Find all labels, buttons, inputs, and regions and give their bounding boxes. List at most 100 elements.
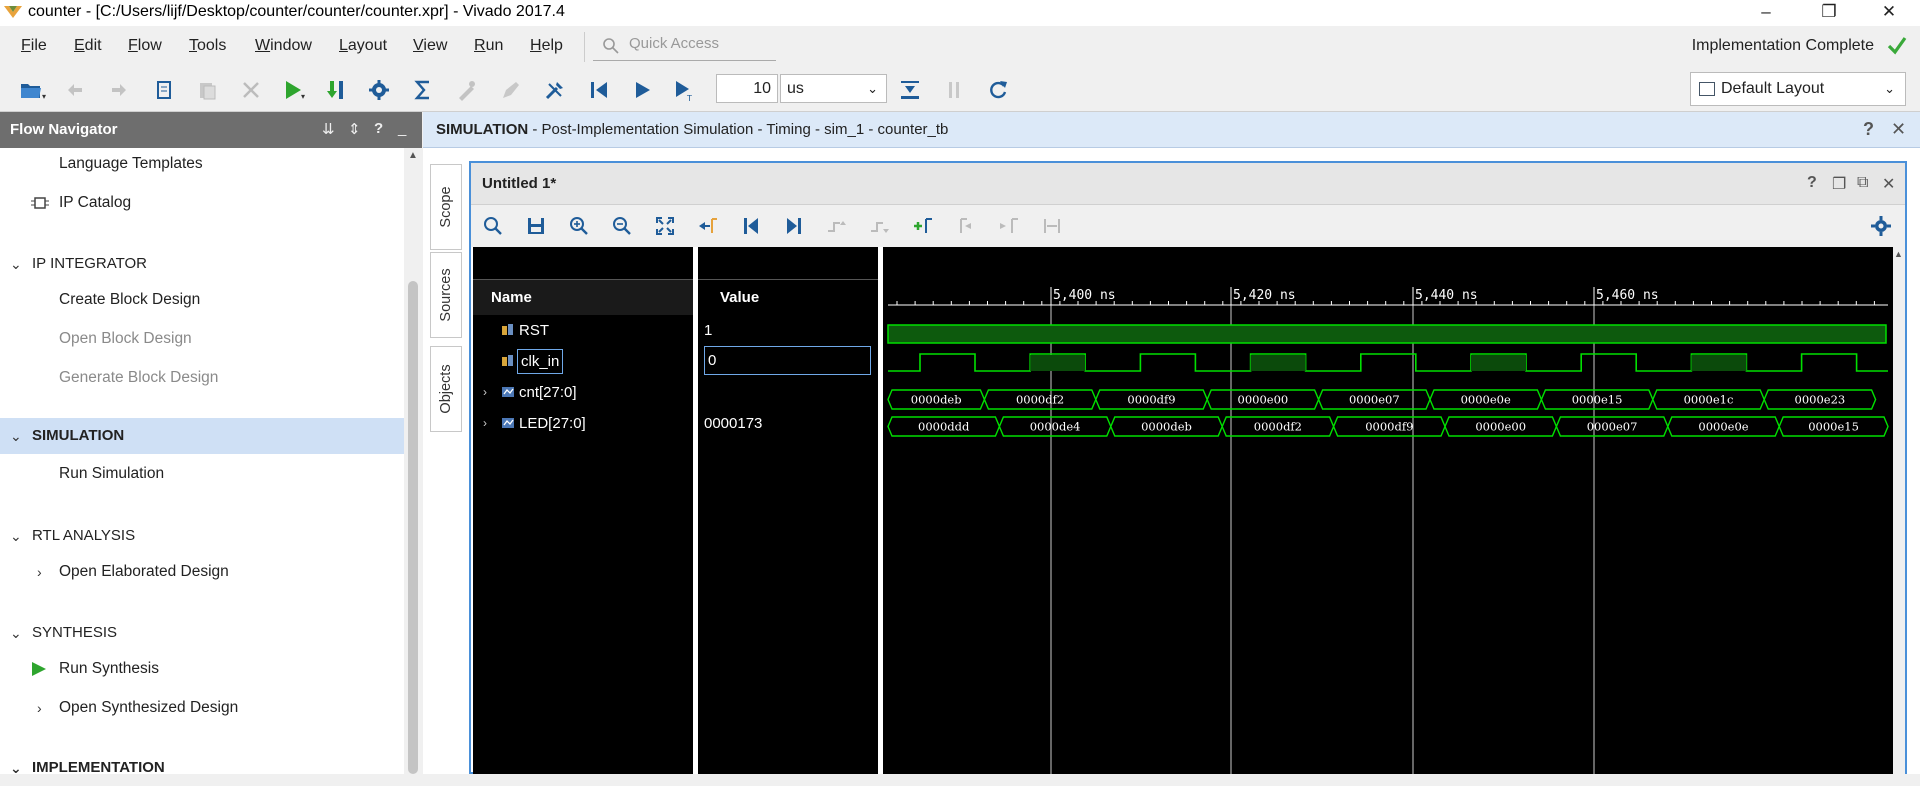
restore-button[interactable]: ❐ [1806, 0, 1852, 26]
signal-row-clk-in[interactable]: clk_in [473, 346, 693, 377]
nav-run-synthesis[interactable]: Run Synthesis [0, 651, 404, 687]
chevron-right-icon[interactable]: › [483, 408, 487, 439]
menu-file[interactable]: File [21, 37, 47, 55]
signal-names-pane: Name RST clk_in › cnt[27:0] › LED[27:0] [473, 247, 693, 774]
nav-generate-block-design[interactable]: Generate Block Design [0, 360, 404, 396]
menu-window[interactable]: Window [255, 37, 312, 55]
tab-objects[interactable]: Objects [430, 346, 462, 432]
dropdown-arrow-icon[interactable]: ▾ [301, 92, 305, 101]
nav-run-simulation[interactable]: Run Simulation [0, 456, 404, 492]
menu-edit[interactable]: Edit [74, 37, 102, 55]
program-device-icon[interactable] [325, 78, 349, 102]
signal-row-rst[interactable]: RST [473, 315, 693, 346]
float-icon[interactable]: ⧉ [1857, 174, 1868, 192]
nav-section-rtl-analysis[interactable]: ⌄ RTL ANALYSIS [0, 518, 404, 554]
swap-cursors-icon[interactable] [1041, 215, 1063, 237]
break-icon[interactable] [942, 78, 966, 102]
menu-run[interactable]: Run [474, 37, 503, 55]
go-to-end-icon[interactable] [783, 215, 805, 237]
minimize-panel-icon[interactable]: _ [398, 120, 406, 137]
signal-row-cnt[interactable]: › cnt[27:0] [473, 377, 693, 408]
nav-section-synthesis[interactable]: ⌄ SYNTHESIS [0, 615, 404, 651]
menu-help[interactable]: Help [530, 37, 563, 55]
tab-scope[interactable]: Scope [430, 164, 462, 250]
scrollbar-thumb[interactable] [408, 281, 418, 774]
value-column-header[interactable]: Value [698, 279, 878, 315]
relaunch-icon[interactable] [986, 78, 1010, 102]
pencil-disabled-icon[interactable] [499, 78, 523, 102]
add-marker-icon[interactable] [912, 215, 934, 237]
menu-view[interactable]: View [413, 37, 447, 55]
scroll-up-icon[interactable]: ▲ [1894, 249, 1903, 259]
go-to-start-icon[interactable] [740, 215, 762, 237]
minimize-button[interactable]: – [1743, 0, 1789, 26]
zoom-fit-icon[interactable] [654, 215, 676, 237]
nav-section-ip-integrator[interactable]: ⌄ IP INTEGRATOR [0, 246, 404, 282]
signal-row-led[interactable]: › LED[27:0] [473, 408, 693, 439]
menu-flow[interactable]: Flow [128, 37, 162, 55]
previous-marker-icon[interactable] [955, 215, 977, 237]
run-for-time-icon[interactable]: T [673, 78, 697, 102]
nav-open-synthesized-design[interactable]: › Open Synthesized Design [0, 690, 404, 726]
nav-section-implementation[interactable]: ⌄ IMPLEMENTATION [0, 750, 404, 786]
led-value: 0000deb [1141, 420, 1192, 434]
run-all-icon[interactable] [630, 78, 654, 102]
previous-transition-icon[interactable] [826, 215, 848, 237]
undo-icon[interactable] [63, 78, 87, 102]
settings-gear-icon[interactable] [1870, 215, 1892, 237]
expand-all-icon[interactable]: ⇕ [348, 120, 361, 138]
waveform-canvas[interactable]: 5,400 ns 5,420 ns 5,440 ns 5,460 ns 0000deb… [883, 247, 1893, 774]
simulation-header: SIMULATION - Post-Implementation Simulat… [423, 112, 1920, 148]
help-icon[interactable]: ? [1807, 174, 1817, 192]
flow-navigator-scrollbar[interactable]: ▲ [404, 148, 422, 774]
zoom-out-icon[interactable] [611, 215, 633, 237]
help-icon[interactable]: ? [374, 120, 383, 137]
chevron-right-icon[interactable]: › [483, 377, 487, 408]
close-button[interactable]: ✕ [1866, 0, 1912, 26]
collapse-all-icon[interactable]: ⇊ [322, 120, 335, 138]
dropdown-arrow-icon[interactable]: ▾ [42, 92, 46, 101]
value-row-clk-in[interactable]: 0 [698, 346, 878, 377]
restart-icon[interactable] [587, 78, 611, 102]
step-icon[interactable] [898, 78, 922, 102]
layout-select[interactable]: Default Layout ⌄ [1690, 72, 1906, 106]
tab-sources[interactable]: Sources [430, 252, 462, 338]
save-icon[interactable] [525, 215, 547, 237]
paste-icon[interactable] [195, 78, 219, 102]
restore-icon[interactable]: ❐ [1832, 174, 1846, 194]
open-folder-icon[interactable] [19, 78, 43, 102]
zoom-in-icon[interactable] [568, 215, 590, 237]
redo-icon[interactable] [107, 78, 131, 102]
report-sigma-icon[interactable] [411, 78, 435, 102]
copy-icon[interactable] [152, 78, 176, 102]
search-icon[interactable] [482, 215, 504, 237]
quick-access-input[interactable]: Quick Access [593, 33, 776, 61]
nav-open-block-design[interactable]: Open Block Design [0, 321, 404, 357]
time-unit-select[interactable]: us ⌄ [780, 74, 887, 103]
tool-disabled-icon[interactable] [455, 78, 479, 102]
next-transition-icon[interactable] [869, 215, 891, 237]
nav-create-block-design[interactable]: Create Block Design [0, 282, 404, 318]
go-to-cursor-icon[interactable] [697, 215, 719, 237]
ip-catalog-icon [31, 197, 49, 209]
waveform-scrollbar[interactable]: ▲ [1893, 247, 1905, 774]
next-marker-icon[interactable] [998, 215, 1020, 237]
signal-values-pane: Value 1 0 0000173 [698, 247, 878, 774]
nav-open-elaborated-design[interactable]: › Open Elaborated Design [0, 554, 404, 590]
waveform-pane[interactable]: 5,400 ns 5,420 ns 5,440 ns 5,460 ns 0000deb… [883, 247, 1893, 774]
menu-tools[interactable]: Tools [189, 37, 226, 55]
run-time-input[interactable]: 10 [716, 74, 778, 103]
nav-section-simulation[interactable]: ⌄ SIMULATION [0, 418, 404, 454]
close-icon[interactable]: ✕ [1891, 119, 1906, 140]
scroll-up-icon[interactable]: ▲ [408, 150, 418, 161]
delete-icon[interactable] [239, 78, 263, 102]
menu-layout[interactable]: Layout [339, 37, 387, 55]
nav-ip-catalog[interactable]: IP Catalog [0, 185, 404, 221]
help-icon[interactable]: ? [1863, 119, 1874, 140]
time-ruler: 5,400 ns 5,420 ns 5,440 ns 5,460 ns [888, 287, 1888, 306]
tools-icon[interactable] [543, 78, 567, 102]
close-icon[interactable]: ✕ [1882, 174, 1895, 194]
nav-language-templates[interactable]: Language Templates [0, 146, 404, 182]
settings-gear-icon[interactable] [367, 78, 391, 102]
name-column-header[interactable]: Name [473, 279, 693, 315]
